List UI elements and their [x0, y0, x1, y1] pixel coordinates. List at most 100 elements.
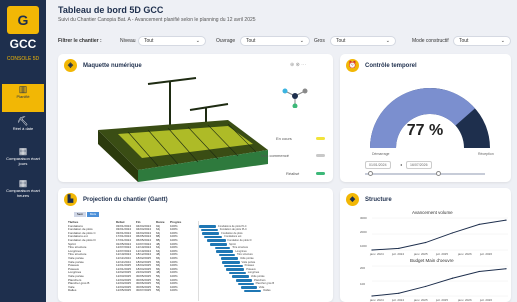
data-point — [371, 295, 373, 297]
data-point — [451, 277, 453, 279]
data-point — [451, 232, 453, 234]
x-tick-label: janv. 2026 — [458, 252, 472, 256]
x-tick-label: juil. 2025 — [436, 298, 449, 302]
date-end-field[interactable]: 16/07/2026 — [406, 161, 432, 169]
date-slider-handle-end[interactable] — [436, 171, 441, 176]
axis-gizmo-icon[interactable] — [282, 84, 308, 108]
gantt-bar[interactable] — [228, 271, 246, 275]
y-tick-label: 200 — [360, 266, 366, 270]
data-point — [505, 219, 507, 221]
gantt-icon: ▙ — [64, 193, 77, 206]
crane-icon: ⛏ — [17, 116, 29, 126]
x-tick-label: juil. 2024 — [392, 252, 405, 256]
chevron-down-icon: ⌄ — [195, 38, 200, 44]
gantt-bar[interactable] — [200, 228, 218, 232]
gantt-bar-label: Voile portée — [250, 274, 265, 278]
gantt-bar-label: Fondation de plots PLC — [219, 228, 247, 232]
sidebar-item-label: Comparaison écart heures — [6, 188, 40, 198]
date-slider-track[interactable] — [365, 173, 485, 175]
card-title: Maquette numérique — [83, 63, 142, 70]
gantt-bar[interactable] — [231, 275, 249, 278]
gantt-bar[interactable] — [216, 250, 234, 253]
y-tick-label: 3000 — [360, 216, 367, 220]
sidebar-item-planifie[interactable]: ▥ Planifié — [2, 84, 44, 112]
y-tick-label: 100 — [360, 282, 366, 286]
gantt-bar-label: Plancher gros B — [255, 282, 275, 286]
filter-gros-select[interactable]: Tout ⌄ — [330, 36, 396, 46]
legend-label-realise: Réalisé — [286, 171, 300, 176]
gantt-table: Tâches Début Fin Durée Progrès Fondations 03/0… — [68, 221, 194, 293]
toolbar-icons[interactable]: ⊕ ⊗ ⋯ — [290, 62, 306, 68]
gantt-week-button[interactable]: Sem — [74, 212, 86, 217]
gantt-bar[interactable] — [225, 268, 245, 271]
chevron-down-icon: ⌄ — [385, 38, 390, 44]
x-tick-label: janv. 2024 — [370, 252, 384, 256]
sidebar-item-label: Réel à date — [12, 126, 34, 131]
sidebar-item-ecart-heures[interactable]: ▦ Comparaison écart heures — [2, 178, 44, 206]
filter-gros-label: Gros — [314, 38, 325, 44]
page-subtitle: Suivi du Chantier Canopia Bat. A - Avanc… — [58, 17, 256, 23]
building-3d-model[interactable] — [78, 72, 283, 182]
chart1-title: Avancement volume — [412, 210, 453, 215]
gantt-bar-label: Fondations ext — [224, 235, 242, 239]
data-point — [505, 268, 507, 270]
gauge-value: 77 % — [406, 122, 444, 139]
structure-icon: ◆ — [346, 193, 359, 206]
card-title: Projection du chantier (Gantt) — [83, 197, 168, 204]
table-cell: 30/07/2025 — [136, 289, 152, 293]
page-title: Tableau de bord 5D GCC — [58, 5, 164, 15]
series-line — [371, 219, 507, 251]
table-cell: Dalles — [68, 289, 77, 293]
gantt-card: ▙ Projection du chantier (Gantt) Sem Mois… — [58, 188, 333, 302]
sidebar-item-ecart-jours[interactable]: ▦ Comparaison écart jours — [2, 146, 44, 174]
x-tick-label: janv. 2025 — [414, 252, 428, 256]
gauge-start-label: Démarrage — [372, 152, 390, 156]
controle-card: ⏰ Contrôle temporel 77 % Démarrage Récept… — [340, 54, 511, 182]
data-point — [371, 249, 373, 251]
x-tick-label: juil. 2026 — [480, 298, 493, 302]
gantt-bar[interactable] — [199, 225, 217, 228]
structure-card: ◆ Structure Avancement volume Budget Main… — [340, 188, 511, 302]
card-title: Contrôle temporel — [365, 63, 417, 70]
legend-label-non-commence: Non commencé — [261, 153, 290, 158]
gantt-bar[interactable] — [222, 261, 240, 264]
gantt-bar[interactable] — [244, 289, 262, 293]
date-start-field[interactable]: 01/01/2024 — [365, 161, 391, 169]
x-tick-label: janv. 2025 — [414, 298, 428, 302]
x-tick-label: juil. 2026 — [480, 252, 493, 256]
date-slider-handle-start[interactable] — [368, 171, 373, 176]
brand-name: GCC — [9, 37, 37, 51]
data-point — [398, 247, 400, 249]
data-point — [398, 292, 400, 294]
building-icon: ▥ — [18, 84, 28, 94]
gantt-bar[interactable] — [241, 286, 257, 289]
gantt-bar[interactable] — [219, 253, 235, 257]
clock-icon: ⏰ — [346, 59, 359, 72]
sidebar-item-reel[interactable]: ⛏ Réel à date — [2, 116, 44, 144]
legend-swatch-non-commence — [316, 154, 325, 157]
gantt-bar-label: Dalles — [263, 289, 271, 293]
gantt-bar[interactable] — [236, 279, 253, 282]
sidebar: G GCC CONSOLE 5D ▥ Planifié ⛏ Réel à dat… — [0, 0, 46, 302]
gantt-bar[interactable] — [223, 264, 243, 268]
filter-ouvrage-select[interactable]: Tout ⌄ — [240, 36, 310, 46]
cube-icon: ◈ — [64, 59, 77, 72]
filter-ouvrage-label: Ouvrage — [216, 38, 236, 44]
gantt-bar[interactable] — [206, 239, 226, 242]
chart2-title: Budget Main d'oeuvre — [410, 258, 454, 263]
gantt-bar[interactable] — [220, 257, 238, 260]
gantt-bar[interactable] — [214, 246, 231, 250]
gauge-end-label: Réception — [478, 152, 494, 156]
gantt-bar[interactable] — [203, 235, 223, 239]
table-row[interactable]: Dalles 12/05/2025 30/07/2025 56j 100% — [68, 289, 194, 293]
filter-niveau-select[interactable]: Tout ⌄ — [138, 36, 206, 46]
gantt-bar[interactable] — [238, 282, 254, 286]
gantt-bar[interactable] — [202, 232, 220, 235]
data-point — [425, 241, 427, 244]
gantt-month-button[interactable]: Mois — [87, 212, 99, 217]
filter-niveau-label: Niveau — [120, 38, 136, 44]
table-cell: 56j — [156, 289, 161, 293]
card-header: ◆ Structure — [346, 193, 392, 207]
gantt-bar[interactable] — [209, 243, 228, 246]
filter-mode-select[interactable]: Tout ⌄ — [453, 36, 511, 46]
